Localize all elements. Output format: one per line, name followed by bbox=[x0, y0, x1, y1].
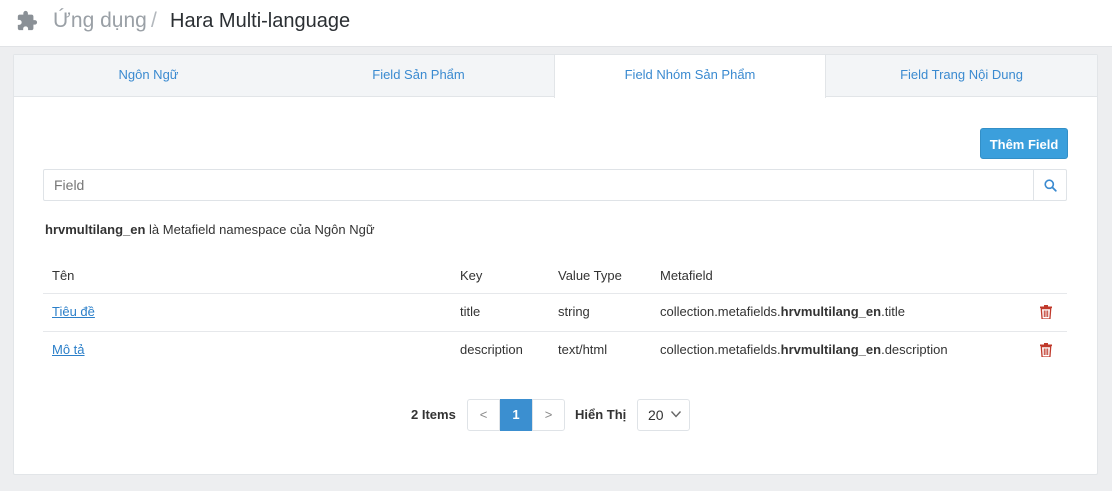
prev-page-button[interactable]: < bbox=[467, 399, 500, 431]
column-header-name: Tên bbox=[52, 268, 75, 283]
metafield-suffix: .title bbox=[881, 304, 905, 319]
column-header-value-type: Value Type bbox=[558, 268, 622, 283]
main-card: Ngôn Ngữ Field Sản Phẩm Field Nhóm Sản P… bbox=[13, 54, 1098, 475]
namespace-value: hrvmultilang_en bbox=[45, 222, 146, 237]
metafield-prefix: collection.metafields. bbox=[660, 304, 781, 319]
search-icon bbox=[1043, 178, 1057, 192]
tab-field-trang-noi-dung[interactable]: Field Trang Nội Dung bbox=[826, 55, 1097, 97]
field-metafield: collection.metafields.hrvmultilang_en.de… bbox=[660, 342, 948, 357]
tab-ngon-ngu[interactable]: Ngôn Ngữ bbox=[14, 55, 283, 97]
metafield-namespace: hrvmultilang_en bbox=[780, 304, 882, 319]
page-size-select[interactable]: 20 bbox=[637, 399, 690, 431]
metafield-suffix: .description bbox=[881, 342, 948, 357]
page-size-value: 20 bbox=[648, 407, 664, 423]
search-button[interactable] bbox=[1033, 170, 1066, 200]
field-name-link[interactable]: Mô tả bbox=[52, 342, 85, 357]
field-key: title bbox=[460, 304, 481, 319]
chevron-down-icon bbox=[670, 411, 682, 418]
page-title: Hara Multi-language bbox=[170, 10, 351, 32]
search-bar bbox=[43, 169, 1067, 201]
next-page-button[interactable]: > bbox=[532, 399, 565, 431]
page-size-label: Hiển Thị bbox=[575, 407, 627, 422]
search-input[interactable] bbox=[44, 170, 1034, 200]
breadcrumb-app-link[interactable]: Ứng dụng bbox=[53, 9, 147, 33]
tab-bar: Ngôn Ngữ Field Sản Phẩm Field Nhóm Sản P… bbox=[14, 55, 1097, 98]
trash-icon[interactable] bbox=[1040, 305, 1052, 319]
top-bar: Ứng dụng / Hara Multi-language bbox=[0, 0, 1112, 47]
namespace-note: hrvmultilang_en là Metafield namespace c… bbox=[45, 222, 375, 237]
table-divider bbox=[43, 293, 1067, 294]
breadcrumb-separator: / bbox=[151, 9, 157, 32]
field-name-link[interactable]: Tiêu đề bbox=[52, 304, 95, 319]
metafield-namespace: hrvmultilang_en bbox=[780, 342, 882, 357]
field-value-type: string bbox=[558, 304, 590, 319]
add-field-button[interactable]: Thêm Field bbox=[980, 128, 1068, 159]
field-key: description bbox=[460, 342, 523, 357]
field-value-type: text/html bbox=[558, 342, 608, 357]
namespace-note-text: là Metafield namespace của Ngôn Ngữ bbox=[145, 222, 375, 237]
column-header-metafield: Metafield bbox=[660, 268, 713, 283]
tab-field-san-pham[interactable]: Field Sản Phẩm bbox=[283, 55, 554, 97]
tab-field-nhom-san-pham[interactable]: Field Nhóm Sản Phẩm bbox=[554, 55, 826, 98]
puzzle-icon bbox=[17, 10, 38, 31]
trash-icon[interactable] bbox=[1040, 343, 1052, 357]
metafield-prefix: collection.metafields. bbox=[660, 342, 781, 357]
field-metafield: collection.metafields.hrvmultilang_en.ti… bbox=[660, 304, 905, 319]
page-button-current[interactable]: 1 bbox=[500, 399, 532, 431]
item-count: 2 Items bbox=[411, 407, 456, 422]
table-divider bbox=[43, 331, 1067, 332]
column-header-key: Key bbox=[460, 268, 483, 283]
